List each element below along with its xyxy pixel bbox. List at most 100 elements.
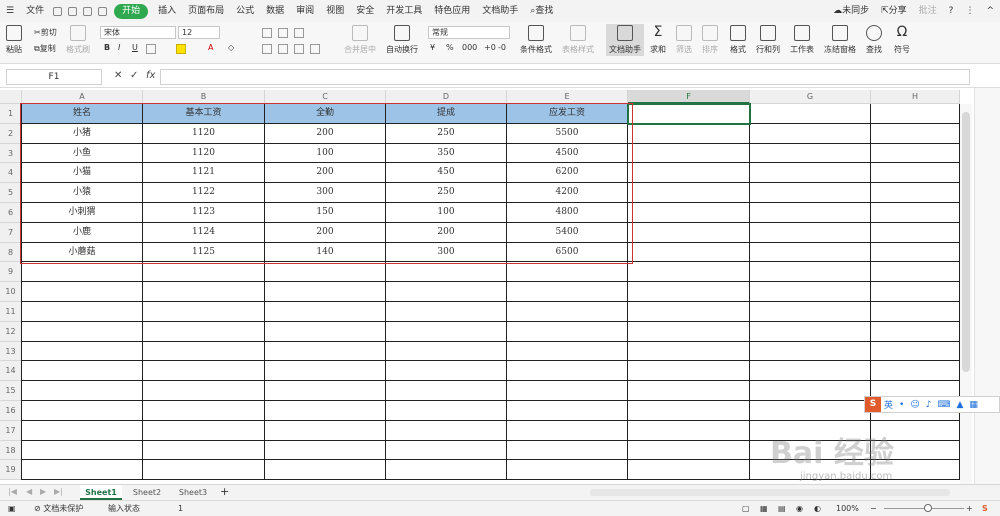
prev-sheet-icon[interactable]: ◀ — [26, 487, 32, 496]
help-icon[interactable]: ? — [943, 0, 960, 22]
empty-cell[interactable] — [507, 401, 628, 421]
empty-cell[interactable] — [750, 163, 871, 184]
empty-cell[interactable] — [507, 282, 628, 302]
empty-cell[interactable] — [386, 440, 507, 461]
toolbox-icon[interactable]: ▦ — [969, 400, 978, 410]
table-cell[interactable]: 1120 — [143, 143, 265, 164]
empty-cell[interactable] — [628, 440, 750, 461]
scroll-thumb[interactable] — [962, 112, 970, 372]
empty-cell[interactable] — [507, 262, 628, 283]
active-cell-f1[interactable] — [627, 103, 751, 125]
empty-cell[interactable] — [750, 183, 871, 203]
column-header-a[interactable]: A — [22, 90, 143, 104]
table-cell[interactable]: 小蘑菇 — [22, 242, 143, 263]
column-header-e[interactable]: E — [507, 90, 628, 104]
eye-icon[interactable]: ◐ — [814, 501, 821, 516]
empty-cell[interactable] — [265, 460, 386, 481]
empty-cell[interactable] — [386, 262, 507, 283]
row-header-3[interactable]: 3 — [0, 143, 22, 164]
empty-cell[interactable] — [871, 203, 960, 223]
empty-cell[interactable] — [143, 282, 265, 302]
empty-cell[interactable] — [265, 262, 386, 283]
align-middle-icon[interactable] — [278, 28, 288, 38]
vertical-scrollbar[interactable] — [960, 104, 972, 484]
empty-cell[interactable] — [507, 361, 628, 382]
wrap-text-button[interactable]: 自动换行 — [386, 25, 418, 55]
next-sheet-icon[interactable]: ▶ — [40, 487, 46, 496]
empty-cell[interactable] — [265, 401, 386, 421]
empty-cell[interactable] — [507, 440, 628, 461]
worksheet-button[interactable]: 工作表 — [790, 25, 814, 55]
table-cell[interactable]: 小猫 — [22, 163, 143, 184]
row-header-15[interactable]: 15 — [0, 381, 22, 401]
tab-data[interactable]: 数据 — [260, 0, 290, 22]
align-left-icon[interactable] — [262, 44, 272, 54]
name-box[interactable]: F1 — [6, 69, 102, 85]
table-cell[interactable]: 5500 — [507, 123, 628, 144]
empty-cell[interactable] — [22, 460, 143, 481]
share-button[interactable]: ⇱分享 — [875, 0, 913, 22]
empty-cell[interactable] — [871, 104, 960, 124]
empty-cell[interactable] — [507, 341, 628, 362]
column-header-c[interactable]: C — [265, 90, 386, 104]
row-header-18[interactable]: 18 — [0, 440, 22, 461]
empty-cell[interactable] — [628, 401, 750, 421]
empty-cell[interactable] — [871, 302, 960, 322]
row-header-10[interactable]: 10 — [0, 282, 22, 302]
empty-cell[interactable] — [265, 321, 386, 342]
empty-cell[interactable] — [143, 460, 265, 481]
align-center-icon[interactable] — [278, 44, 288, 54]
empty-cell[interactable] — [143, 420, 265, 441]
column-header-d[interactable]: D — [386, 90, 507, 104]
empty-cell[interactable] — [143, 440, 265, 461]
empty-cell[interactable] — [143, 401, 265, 421]
tab-special[interactable]: 特色应用 — [428, 0, 476, 22]
empty-cell[interactable] — [507, 460, 628, 481]
find-button[interactable]: 查找 — [866, 25, 882, 55]
font-color-icon[interactable]: A — [208, 43, 213, 52]
row-header-17[interactable]: 17 — [0, 420, 22, 441]
table-cell[interactable]: 250 — [386, 123, 507, 144]
empty-cell[interactable] — [143, 302, 265, 322]
tab-page-layout[interactable]: 页面布局 — [182, 0, 230, 22]
comment-button[interactable]: 批注 — [913, 0, 943, 22]
tab-review[interactable]: 审阅 — [290, 0, 320, 22]
empty-cell[interactable] — [871, 183, 960, 203]
bold-icon[interactable]: B — [104, 43, 110, 52]
sort-button[interactable]: 排序 — [702, 25, 718, 55]
file-menu[interactable]: 文件 — [20, 0, 50, 22]
table-cell[interactable]: 1122 — [143, 183, 265, 203]
save-icon[interactable] — [53, 6, 63, 16]
table-cell[interactable]: 4200 — [507, 183, 628, 203]
page-layout-icon[interactable]: ▦ — [760, 501, 768, 516]
row-header-19[interactable]: 19 — [0, 460, 22, 481]
empty-cell[interactable] — [22, 321, 143, 342]
empty-cell[interactable] — [871, 222, 960, 243]
table-cell[interactable]: 140 — [265, 242, 386, 263]
table-header-cell[interactable]: 基本工资 — [143, 104, 265, 124]
table-cell[interactable]: 小鹿 — [22, 222, 143, 243]
empty-cell[interactable] — [750, 203, 871, 223]
table-cell[interactable]: 1121 — [143, 163, 265, 184]
row-header-6[interactable]: 6 — [0, 203, 22, 223]
table-cell[interactable]: 6500 — [507, 242, 628, 263]
cancel-icon[interactable]: ✕ — [114, 70, 122, 81]
formula-input[interactable] — [160, 69, 970, 85]
empty-cell[interactable] — [871, 321, 960, 342]
empty-cell[interactable] — [750, 282, 871, 302]
macro-icon[interactable]: ▣ — [8, 501, 16, 516]
empty-cell[interactable] — [386, 341, 507, 362]
empty-cell[interactable] — [628, 242, 750, 263]
table-cell[interactable]: 小鱼 — [22, 143, 143, 164]
empty-cell[interactable] — [750, 381, 871, 401]
row-header-14[interactable]: 14 — [0, 361, 22, 382]
table-cell[interactable]: 小猿 — [22, 183, 143, 203]
table-cell[interactable]: 100 — [386, 203, 507, 223]
table-cell[interactable]: 小猪 — [22, 123, 143, 144]
tab-sheet1[interactable]: Sheet1 — [80, 485, 122, 500]
empty-cell[interactable] — [628, 262, 750, 283]
empty-cell[interactable] — [386, 460, 507, 481]
empty-cell[interactable] — [265, 302, 386, 322]
empty-cell[interactable] — [871, 163, 960, 184]
align-top-icon[interactable] — [262, 28, 272, 38]
